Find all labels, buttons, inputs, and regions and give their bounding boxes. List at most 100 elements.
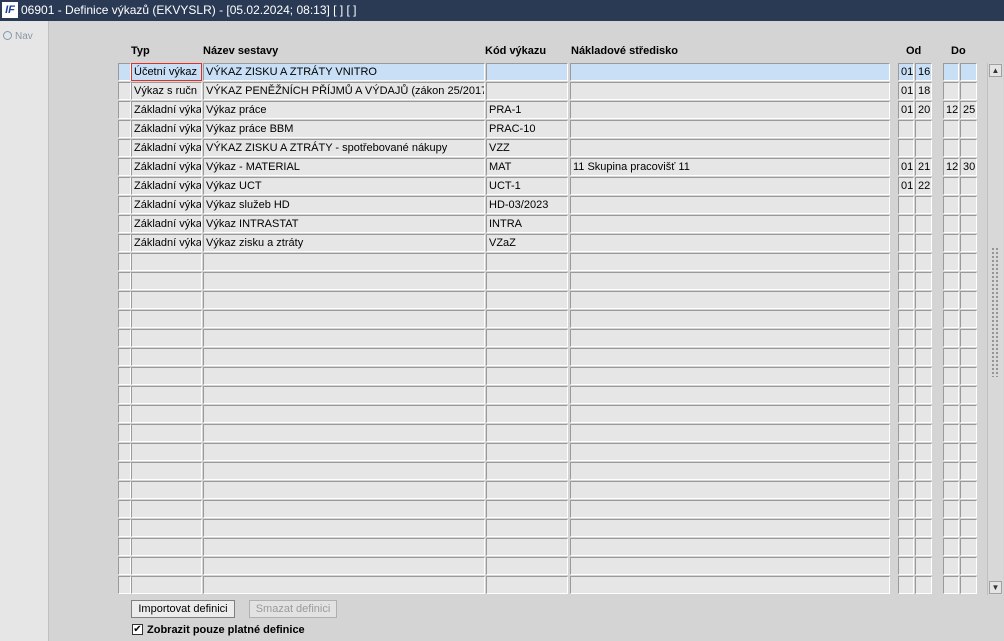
do-month-cell[interactable] — [943, 234, 959, 252]
od-month-cell[interactable] — [898, 272, 914, 290]
do-month-cell[interactable] — [943, 253, 959, 271]
row-selector[interactable] — [118, 253, 131, 271]
do-month-cell[interactable]: 12 — [943, 101, 959, 119]
row-selector[interactable] — [118, 63, 131, 81]
do-month-cell[interactable] — [943, 519, 959, 537]
do-year-cell[interactable] — [960, 557, 977, 575]
table-row[interactable] — [49, 424, 1004, 442]
nazev-cell[interactable]: VÝKAZ ZISKU A ZTRÁTY VNITRO — [203, 63, 485, 81]
row-selector[interactable] — [118, 367, 131, 385]
kod-cell[interactable] — [486, 500, 568, 518]
nazev-cell[interactable] — [203, 367, 485, 385]
do-year-cell[interactable] — [960, 500, 977, 518]
od-month-cell[interactable] — [898, 310, 914, 328]
nazev-cell[interactable] — [203, 443, 485, 461]
od-month-cell[interactable] — [898, 291, 914, 309]
do-year-cell[interactable] — [960, 424, 977, 442]
typ-cell[interactable] — [131, 386, 202, 404]
kod-cell[interactable] — [486, 348, 568, 366]
table-row[interactable] — [49, 405, 1004, 423]
stredisko-cell[interactable] — [570, 424, 890, 442]
od-month-cell[interactable]: 01 — [898, 158, 914, 176]
od-year-cell[interactable]: 22 — [915, 177, 932, 195]
stredisko-cell[interactable] — [570, 234, 890, 252]
do-year-cell[interactable] — [960, 310, 977, 328]
od-year-cell[interactable] — [915, 519, 932, 537]
od-year-cell[interactable] — [915, 291, 932, 309]
table-row[interactable] — [49, 538, 1004, 556]
kod-cell[interactable]: UCT-1 — [486, 177, 568, 195]
do-year-cell[interactable] — [960, 215, 977, 233]
do-month-cell[interactable] — [943, 367, 959, 385]
row-selector[interactable] — [118, 462, 131, 480]
table-row[interactable] — [49, 310, 1004, 328]
row-selector[interactable] — [118, 158, 131, 176]
nazev-cell[interactable]: Výkaz práce BBM — [203, 120, 485, 138]
table-row[interactable]: Základní výka Výkaz práce PRA-1 01 20 12 25 — [49, 101, 1004, 119]
table-row[interactable] — [49, 291, 1004, 309]
kod-cell[interactable]: PRAC-10 — [486, 120, 568, 138]
row-selector[interactable] — [118, 424, 131, 442]
od-month-cell[interactable] — [898, 538, 914, 556]
do-year-cell[interactable] — [960, 139, 977, 157]
do-year-cell[interactable] — [960, 253, 977, 271]
row-selector[interactable] — [118, 272, 131, 290]
row-selector[interactable] — [118, 139, 131, 157]
od-month-cell[interactable] — [898, 386, 914, 404]
typ-cell[interactable] — [131, 253, 202, 271]
typ-cell[interactable] — [131, 329, 202, 347]
nazev-cell[interactable]: Výkaz služeb HD — [203, 196, 485, 214]
od-year-cell[interactable] — [915, 538, 932, 556]
typ-cell[interactable] — [131, 443, 202, 461]
do-month-cell[interactable] — [943, 272, 959, 290]
nav-toggle[interactable]: Nav — [3, 31, 33, 42]
od-month-cell[interactable] — [898, 139, 914, 157]
od-year-cell[interactable]: 20 — [915, 101, 932, 119]
do-year-cell[interactable]: 25 — [960, 101, 977, 119]
od-year-cell[interactable] — [915, 139, 932, 157]
stredisko-cell[interactable] — [570, 253, 890, 271]
do-month-cell[interactable] — [943, 386, 959, 404]
kod-cell[interactable] — [486, 462, 568, 480]
table-row[interactable] — [49, 329, 1004, 347]
od-month-cell[interactable] — [898, 329, 914, 347]
row-selector[interactable] — [118, 557, 131, 575]
row-selector[interactable] — [118, 329, 131, 347]
row-selector[interactable] — [118, 310, 131, 328]
table-row[interactable] — [49, 367, 1004, 385]
od-month-cell[interactable] — [898, 367, 914, 385]
nazev-cell[interactable]: VÝKAZ ZISKU A ZTRÁTY - spotřebované náku… — [203, 139, 485, 157]
stredisko-cell[interactable] — [570, 576, 890, 594]
do-year-cell[interactable] — [960, 481, 977, 499]
kod-cell[interactable] — [486, 519, 568, 537]
do-month-cell[interactable] — [943, 196, 959, 214]
table-row[interactable] — [49, 386, 1004, 404]
od-month-cell[interactable] — [898, 196, 914, 214]
kod-cell[interactable]: PRA-1 — [486, 101, 568, 119]
od-year-cell[interactable] — [915, 329, 932, 347]
od-month-cell[interactable] — [898, 481, 914, 499]
od-year-cell[interactable] — [915, 500, 932, 518]
nazev-cell[interactable] — [203, 310, 485, 328]
do-month-cell[interactable] — [943, 557, 959, 575]
od-month-cell[interactable] — [898, 424, 914, 442]
do-month-cell[interactable] — [943, 63, 959, 81]
od-month-cell[interactable] — [898, 120, 914, 138]
table-row[interactable] — [49, 500, 1004, 518]
kod-cell[interactable] — [486, 310, 568, 328]
vertical-scrollbar[interactable]: ▲ ▼ — [987, 63, 1003, 595]
stredisko-cell[interactable] — [570, 538, 890, 556]
do-month-cell[interactable] — [943, 500, 959, 518]
od-year-cell[interactable]: 18 — [915, 82, 932, 100]
do-year-cell[interactable] — [960, 576, 977, 594]
kod-cell[interactable] — [486, 291, 568, 309]
stredisko-cell[interactable] — [570, 557, 890, 575]
do-year-cell[interactable] — [960, 196, 977, 214]
do-month-cell[interactable] — [943, 177, 959, 195]
row-selector[interactable] — [118, 405, 131, 423]
od-month-cell[interactable] — [898, 500, 914, 518]
table-row[interactable] — [49, 576, 1004, 594]
typ-cell[interactable] — [131, 272, 202, 290]
typ-cell[interactable]: Základní výka — [131, 196, 202, 214]
kod-cell[interactable] — [486, 557, 568, 575]
